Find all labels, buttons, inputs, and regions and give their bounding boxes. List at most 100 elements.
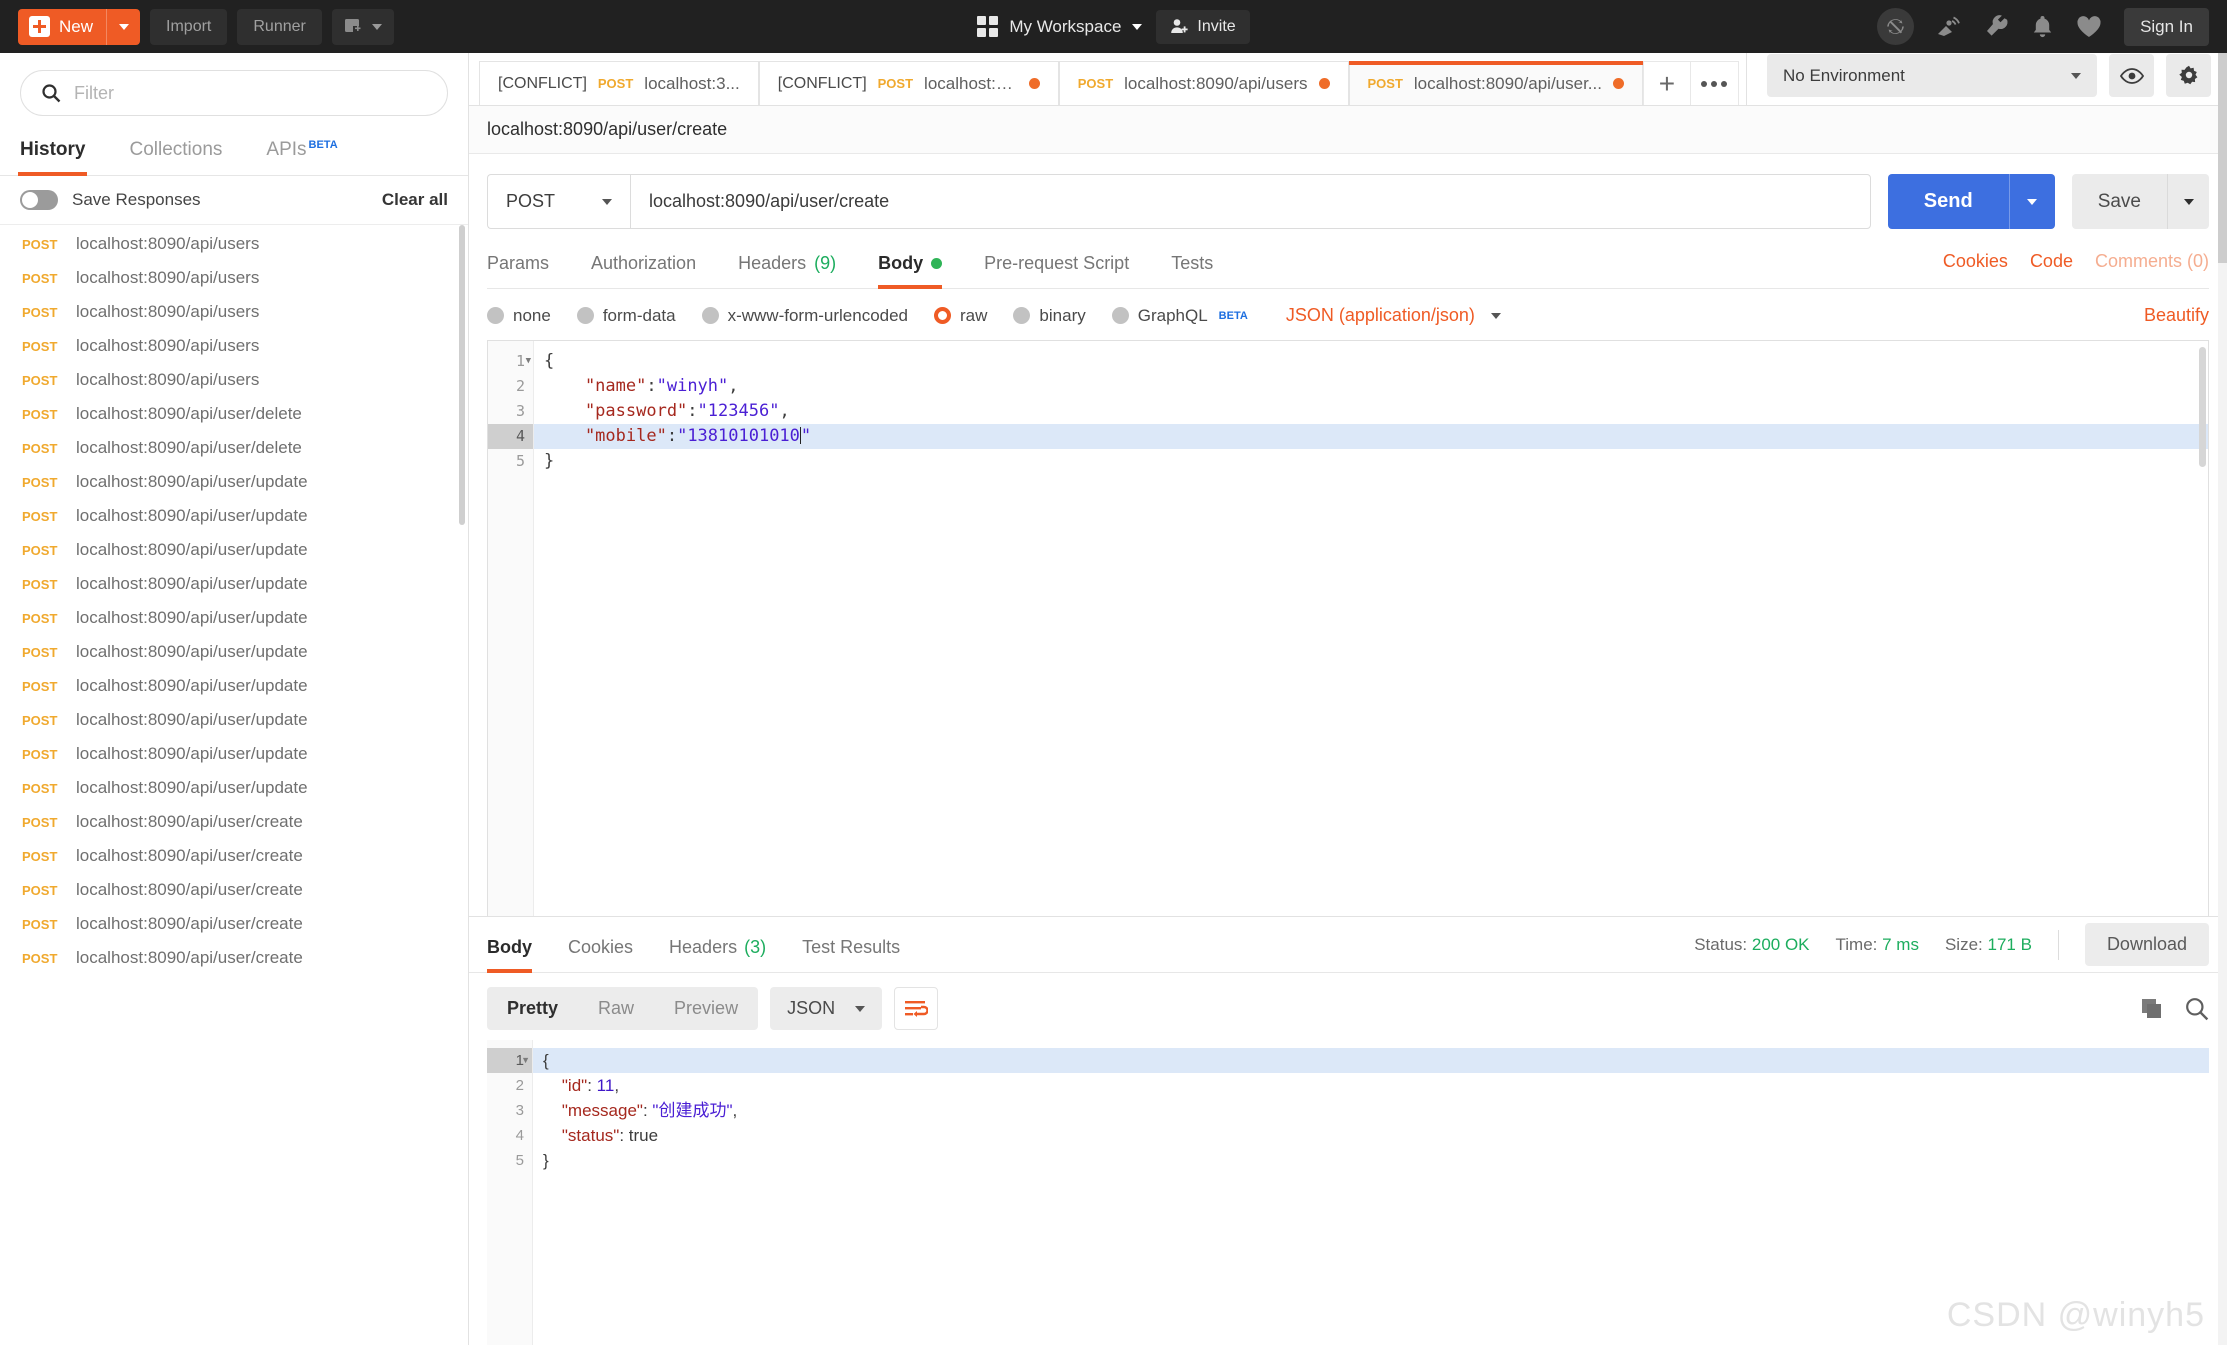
sidebar-tab-collections[interactable]: Collections bbox=[129, 129, 222, 175]
content-type-selector[interactable]: JSON (application/json) bbox=[1286, 305, 1501, 326]
request-tab[interactable]: [CONFLICT]POSTlocalhost:3... bbox=[479, 61, 759, 105]
sidebar-tab-history[interactable]: History bbox=[20, 129, 85, 175]
new-dropdown-toggle[interactable] bbox=[106, 9, 140, 45]
request-code-line[interactable]: "mobile":"13810101010" bbox=[534, 424, 2208, 449]
settings-button[interactable] bbox=[2166, 54, 2211, 97]
list-item[interactable]: POSTlocalhost:8090/api/user/update bbox=[0, 499, 468, 533]
filter-input[interactable] bbox=[74, 83, 427, 104]
search-icon[interactable] bbox=[2185, 997, 2209, 1021]
fold-arrow-icon[interactable]: ▼ bbox=[521, 1048, 530, 1073]
response-format-selector[interactable]: JSON bbox=[770, 987, 882, 1030]
response-code-line[interactable]: "id": 11, bbox=[533, 1073, 2209, 1098]
list-item[interactable]: POSTlocalhost:8090/api/user/update bbox=[0, 567, 468, 601]
response-editor-code[interactable]: { "id": 11, "message": "创建成功", "status":… bbox=[533, 1040, 2209, 1345]
request-tab[interactable]: [CONFLICT]POSTlocalhost:3... bbox=[759, 61, 1059, 105]
tab-params[interactable]: Params bbox=[487, 247, 549, 288]
list-item[interactable]: POSTlocalhost:8090/api/user/create bbox=[0, 805, 468, 839]
sidebar-scrollbar[interactable] bbox=[459, 225, 465, 525]
tab-headers[interactable]: Headers(9) bbox=[738, 247, 836, 288]
history-list[interactable]: POSTlocalhost:8090/api/usersPOSTlocalhos… bbox=[0, 225, 468, 1345]
body-mode-raw[interactable]: raw bbox=[934, 306, 987, 326]
clear-all-button[interactable]: Clear all bbox=[382, 190, 448, 210]
save-options-button[interactable] bbox=[2167, 174, 2209, 229]
beautify-button[interactable]: Beautify bbox=[2144, 305, 2209, 326]
save-button[interactable]: Save bbox=[2072, 174, 2167, 229]
invite-button[interactable]: Invite bbox=[1156, 10, 1249, 44]
list-item[interactable]: POSTlocalhost:8090/api/users bbox=[0, 227, 468, 261]
list-item[interactable]: POSTlocalhost:8090/api/user/update bbox=[0, 737, 468, 771]
list-item[interactable]: POSTlocalhost:8090/api/user/create bbox=[0, 839, 468, 873]
sync-off-icon[interactable] bbox=[1877, 8, 1914, 45]
response-code-line[interactable]: "message": "创建成功", bbox=[533, 1098, 2209, 1123]
filter-box[interactable] bbox=[20, 70, 448, 116]
list-item[interactable]: POSTlocalhost:8090/api/user/delete bbox=[0, 431, 468, 465]
tab-body[interactable]: Body bbox=[878, 247, 942, 288]
new-button-main[interactable]: New bbox=[18, 9, 106, 45]
list-item[interactable]: POSTlocalhost:8090/api/users bbox=[0, 295, 468, 329]
method-selector[interactable]: POST bbox=[487, 174, 630, 229]
environment-quick-look-button[interactable] bbox=[2109, 54, 2154, 97]
runner-button[interactable]: Runner bbox=[237, 9, 321, 45]
view-mode-pretty[interactable]: Pretty bbox=[487, 987, 578, 1030]
request-tab[interactable]: POSTlocalhost:8090/api/users bbox=[1059, 61, 1349, 105]
response-tab-test-results[interactable]: Test Results bbox=[802, 917, 900, 973]
response-tab-body[interactable]: Body bbox=[487, 917, 532, 973]
request-code-line[interactable]: "name":"winyh", bbox=[534, 374, 2208, 399]
copy-icon[interactable] bbox=[2141, 998, 2165, 1020]
list-item[interactable]: POSTlocalhost:8090/api/user/create bbox=[0, 941, 468, 975]
url-input[interactable] bbox=[630, 174, 1871, 229]
response-tab-headers[interactable]: Headers(3) bbox=[669, 917, 766, 973]
workspace-selector[interactable]: My Workspace bbox=[977, 16, 1142, 37]
list-item[interactable]: POSTlocalhost:8090/api/user/update bbox=[0, 601, 468, 635]
cookies-link[interactable]: Cookies bbox=[1943, 251, 2008, 272]
response-body-editor[interactable]: 1▼2345 { "id": 11, "message": "创建成功", "s… bbox=[487, 1040, 2209, 1345]
new-button[interactable]: New bbox=[18, 9, 140, 45]
body-mode-graphql[interactable]: GraphQLBETA bbox=[1112, 306, 1248, 326]
body-mode-binary[interactable]: binary bbox=[1013, 306, 1085, 326]
tab-tests[interactable]: Tests bbox=[1171, 247, 1213, 288]
request-body-editor[interactable]: 1▼2345 { "name":"winyh", "password":"123… bbox=[487, 340, 2209, 916]
tab-authorization[interactable]: Authorization bbox=[591, 247, 696, 288]
sign-in-button[interactable]: Sign In bbox=[2124, 8, 2209, 46]
send-button[interactable]: Send bbox=[1888, 174, 2009, 229]
code-link[interactable]: Code bbox=[2030, 251, 2073, 272]
view-mode-raw[interactable]: Raw bbox=[578, 987, 654, 1030]
body-mode-form-data[interactable]: form-data bbox=[577, 306, 676, 326]
response-code-line[interactable]: { bbox=[533, 1048, 2209, 1073]
request-code-line[interactable]: { bbox=[534, 349, 2208, 374]
list-item[interactable]: POSTlocalhost:8090/api/user/create bbox=[0, 907, 468, 941]
list-item[interactable]: POSTlocalhost:8090/api/users bbox=[0, 261, 468, 295]
save-responses-toggle[interactable] bbox=[20, 190, 58, 210]
list-item[interactable]: POSTlocalhost:8090/api/user/update bbox=[0, 533, 468, 567]
environment-selector[interactable]: No Environment bbox=[1767, 54, 2097, 97]
list-item[interactable]: POSTlocalhost:8090/api/users bbox=[0, 329, 468, 363]
body-mode-none[interactable]: none bbox=[487, 306, 551, 326]
body-mode-x-www-form-urlencoded[interactable]: x-www-form-urlencoded bbox=[702, 306, 908, 326]
import-button[interactable]: Import bbox=[150, 9, 227, 45]
response-tab-cookies[interactable]: Cookies bbox=[568, 917, 633, 973]
fold-arrow-icon[interactable]: ▼ bbox=[526, 349, 531, 374]
list-item[interactable]: POSTlocalhost:8090/api/user/create bbox=[0, 873, 468, 907]
new-window-button[interactable] bbox=[332, 9, 394, 45]
request-tab[interactable]: POSTlocalhost:8090/api/user... bbox=[1349, 61, 1643, 105]
bell-icon[interactable] bbox=[2031, 14, 2054, 39]
request-editor-code[interactable]: { "name":"winyh", "password":"123456", "… bbox=[534, 341, 2208, 916]
list-item[interactable]: POSTlocalhost:8090/api/user/update bbox=[0, 465, 468, 499]
new-tab-button[interactable]: + bbox=[1643, 61, 1691, 105]
response-code-line[interactable]: } bbox=[533, 1148, 2209, 1173]
request-editor-scrollbar[interactable] bbox=[2199, 347, 2206, 467]
list-item[interactable]: POSTlocalhost:8090/api/user/delete bbox=[0, 397, 468, 431]
tab-options-button[interactable] bbox=[1691, 61, 1739, 105]
window-scrollbar[interactable] bbox=[2218, 53, 2227, 1345]
response-code-line[interactable]: "status": true bbox=[533, 1123, 2209, 1148]
tab-pre-request-script[interactable]: Pre-request Script bbox=[984, 247, 1129, 288]
request-code-line[interactable]: } bbox=[534, 449, 2208, 474]
heart-icon[interactable] bbox=[2076, 15, 2102, 39]
list-item[interactable]: POSTlocalhost:8090/api/users bbox=[0, 363, 468, 397]
send-options-button[interactable] bbox=[2009, 174, 2055, 229]
list-item[interactable]: POSTlocalhost:8090/api/user/update bbox=[0, 703, 468, 737]
satellite-icon[interactable] bbox=[1936, 14, 1962, 39]
comments-link[interactable]: Comments (0) bbox=[2095, 251, 2209, 272]
sidebar-tab-apis[interactable]: APIs BETA bbox=[266, 129, 337, 175]
list-item[interactable]: POSTlocalhost:8090/api/user/update bbox=[0, 635, 468, 669]
